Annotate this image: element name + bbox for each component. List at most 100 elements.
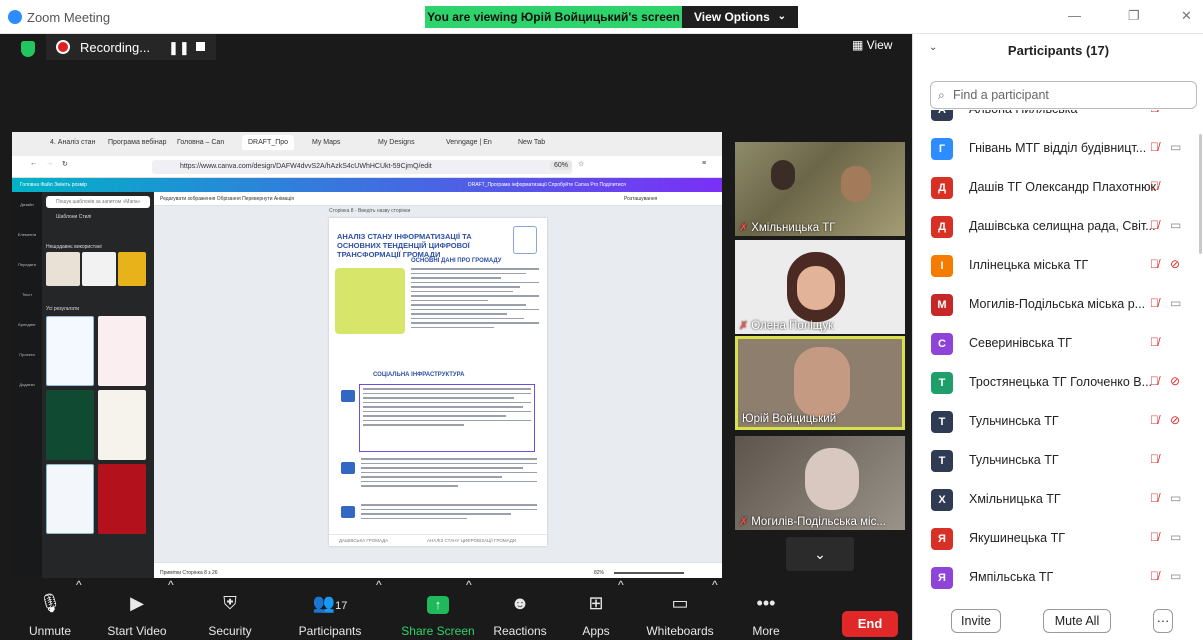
template-thumbnail[interactable] bbox=[46, 252, 80, 286]
browser-tab[interactable]: Venngage | En bbox=[446, 139, 492, 146]
whiteboards-button[interactable]: ▭ Whiteboards bbox=[642, 578, 718, 640]
participants-button[interactable]: 👥17 Participants bbox=[290, 578, 370, 640]
mic-muted-icon: ✗ bbox=[739, 516, 749, 528]
template-thumbnail[interactable] bbox=[46, 464, 94, 534]
template-tabs[interactable]: Шаблони Стилі bbox=[56, 214, 91, 220]
video-off-icon: ⊘ bbox=[1170, 374, 1181, 388]
participant-name: Северинівська ТГ bbox=[969, 336, 1072, 350]
more-button[interactable]: ••• More bbox=[744, 578, 788, 640]
end-meeting-button[interactable]: End bbox=[842, 611, 898, 637]
canva-header-menu[interactable]: Головна Файл Змініть розмір bbox=[20, 178, 87, 192]
canva-canvas: Сторінка 8 - Введіть назву сторінки АНАЛ… bbox=[154, 206, 722, 562]
bookmark-star-icon[interactable]: ☆ bbox=[578, 160, 584, 168]
template-thumbnail[interactable] bbox=[46, 316, 94, 386]
reload-icon[interactable]: ↻ bbox=[62, 160, 68, 168]
template-thumbnail[interactable] bbox=[82, 252, 116, 286]
browser-tab[interactable]: My Maps bbox=[312, 139, 340, 146]
back-icon[interactable]: ← bbox=[30, 160, 37, 167]
view-options-button[interactable]: View Options ⌄ bbox=[682, 6, 798, 28]
participant-row[interactable]: С Северинівська ТГ 🎙̸ bbox=[913, 326, 1203, 362]
template-search-input[interactable]: Пошук шаблонів за запитом «Мапа» bbox=[46, 196, 150, 208]
start-video-button[interactable]: ▶ Start Video bbox=[98, 578, 176, 640]
browser-menu-icon[interactable]: ≡ bbox=[702, 160, 706, 167]
close-button[interactable]: ✕ bbox=[1181, 8, 1192, 24]
video-tile[interactable]: ✗ Олена Поліщук bbox=[735, 240, 905, 334]
audio-options-caret[interactable]: ^ bbox=[76, 578, 82, 640]
forward-icon[interactable]: → bbox=[46, 160, 53, 167]
encryption-shield-icon[interactable] bbox=[21, 41, 35, 57]
canva-sidebar-item[interactable]: Передати bbox=[12, 262, 42, 267]
participant-row[interactable]: М Могилів-Подільська міська р... 🎙̸ ▭ bbox=[913, 287, 1203, 323]
security-button[interactable]: ⛨ Security bbox=[200, 578, 260, 640]
participant-row[interactable]: А Альона Пилявська 🎙̸ bbox=[913, 110, 1203, 128]
template-thumbnail[interactable] bbox=[98, 464, 146, 534]
minimize-button[interactable]: — bbox=[1068, 8, 1081, 23]
chevron-down-icon[interactable]: ⌄ bbox=[786, 537, 854, 571]
participant-list-scrollbar[interactable] bbox=[1199, 134, 1202, 254]
video-options-caret[interactable]: ^ bbox=[168, 578, 174, 640]
whiteboards-label: Whiteboards bbox=[646, 624, 714, 638]
restore-button[interactable]: ❐ bbox=[1128, 8, 1140, 24]
canva-sidebar-item[interactable]: Проекти bbox=[12, 352, 42, 357]
participant-row[interactable]: Г Гнівань МТГ відділ будівницт... 🎙̸ ▭ bbox=[913, 131, 1203, 167]
browser-tab[interactable]: Програма вебінар bbox=[108, 139, 166, 146]
social-infrastructure-heading: СОЦІАЛЬНА ІНФРАСТРУКТУРА bbox=[373, 372, 465, 378]
canva-header: Головна Файл Змініть розмір DRAFT_Програ… bbox=[12, 178, 722, 192]
apps-options-caret[interactable]: ^ bbox=[618, 578, 624, 640]
participant-row[interactable]: І Іллінецька міська ТГ 🎙̸ ⊘ bbox=[913, 248, 1203, 284]
participant-row[interactable]: Т Тульчинська ТГ 🎙̸ ⊘ bbox=[913, 404, 1203, 440]
video-tile[interactable]: ✗ Хмільницька ТГ bbox=[735, 142, 905, 236]
template-thumbnail[interactable] bbox=[46, 390, 94, 460]
template-thumbnail[interactable] bbox=[98, 316, 146, 386]
participant-row[interactable]: Я Ямпільська ТГ 🎙̸ ▭ bbox=[913, 560, 1203, 596]
mic-muted-icon: 🎙̸ bbox=[1150, 569, 1159, 583]
participant-row[interactable]: Я Якушинецька ТГ 🎙̸ ▭ bbox=[913, 521, 1203, 557]
participant-row[interactable]: Д Дашів ТГ Олександр Плахотнюк 🎙̸ bbox=[913, 170, 1203, 206]
participants-panel: ⌄ Participants (17) Find a participant ⌕… bbox=[912, 34, 1203, 640]
browser-tab[interactable]: 4. Аналіз стан bbox=[50, 139, 95, 146]
apps-button[interactable]: ⊞ Apps bbox=[574, 578, 618, 640]
template-thumbnail[interactable] bbox=[98, 390, 146, 460]
participant-row[interactable]: Т Тростянецька ТГ Голоченко В... 🎙̸ ⊘ bbox=[913, 365, 1203, 401]
video-tile-label: Юрій Войцицький bbox=[742, 413, 837, 425]
template-thumbnail[interactable] bbox=[118, 252, 146, 286]
editor-toolbar-actions[interactable]: Редагувати зображення Обрізання Переверн… bbox=[160, 192, 294, 206]
participants-options-caret[interactable]: ^ bbox=[376, 578, 382, 640]
video-tile-active-speaker[interactable]: Юрій Войцицький bbox=[735, 336, 905, 430]
browser-zoom-level[interactable]: 60% bbox=[550, 161, 573, 170]
stop-recording-button[interactable] bbox=[196, 42, 205, 51]
share-options-caret[interactable]: ^ bbox=[466, 578, 472, 640]
browser-tab[interactable]: New Tab bbox=[518, 139, 545, 146]
participant-row[interactable]: Х Хмільницька ТГ 🎙̸ ▭ bbox=[913, 482, 1203, 518]
browser-tab[interactable]: Головна – Can bbox=[177, 139, 224, 146]
participant-list: А Альона Пилявська 🎙̸ Г Гнівань МТГ відділ б… bbox=[913, 110, 1203, 618]
participant-row[interactable]: Д Дашівська селищна рада, Світ... 🎙̸ ▭ bbox=[913, 209, 1203, 245]
document-page[interactable]: АНАЛІЗ СТАНУ ІНФОРМАТИЗАЦІЇ ТА ОСНОВНИХ … bbox=[329, 218, 547, 546]
canva-sidebar-item[interactable]: Брендинг bbox=[12, 322, 42, 327]
url-field[interactable]: https://www.canva.com/design/DAFW4dvvS2A… bbox=[152, 160, 572, 174]
mute-all-button[interactable]: Mute All bbox=[1043, 609, 1111, 633]
participant-face bbox=[797, 266, 835, 310]
community-map-image bbox=[335, 268, 405, 334]
participant-row[interactable]: Т Тульчинська ТГ 🎙̸ bbox=[913, 443, 1203, 479]
browser-tab[interactable]: DRAFT_Про bbox=[242, 135, 295, 150]
arrange-button[interactable]: Розташування bbox=[624, 192, 657, 206]
whiteboards-options-caret[interactable]: ^ bbox=[712, 578, 718, 640]
pause-recording-button[interactable]: ❚❚ bbox=[168, 40, 190, 56]
invite-button[interactable]: Invite bbox=[951, 609, 1001, 633]
record-icon bbox=[56, 40, 70, 54]
canva-sidebar-item[interactable]: Дизайн bbox=[12, 202, 42, 207]
reactions-button[interactable]: ☻ Reactions bbox=[490, 578, 550, 640]
more-options-button[interactable]: ··· bbox=[1153, 609, 1173, 633]
participant-name: Якушинецька ТГ bbox=[969, 531, 1065, 545]
canva-sidebar-item[interactable]: Елементи bbox=[12, 232, 42, 237]
browser-tab[interactable]: My Designs bbox=[378, 139, 415, 146]
canva-sidebar-item[interactable]: Додатки bbox=[12, 382, 42, 387]
canva-sidebar-item[interactable]: Текст bbox=[12, 292, 42, 297]
find-participant-input[interactable]: Find a participant bbox=[930, 81, 1197, 109]
zoom-slider[interactable] bbox=[614, 572, 684, 574]
unmute-button[interactable]: 🎙 Unmute bbox=[22, 578, 78, 640]
video-tile[interactable]: ✗ Могилів-Подільська міс... bbox=[735, 436, 905, 530]
view-layout-button[interactable]: ▦ View bbox=[852, 38, 892, 52]
video-off-icon: ⊘ bbox=[1170, 413, 1181, 427]
